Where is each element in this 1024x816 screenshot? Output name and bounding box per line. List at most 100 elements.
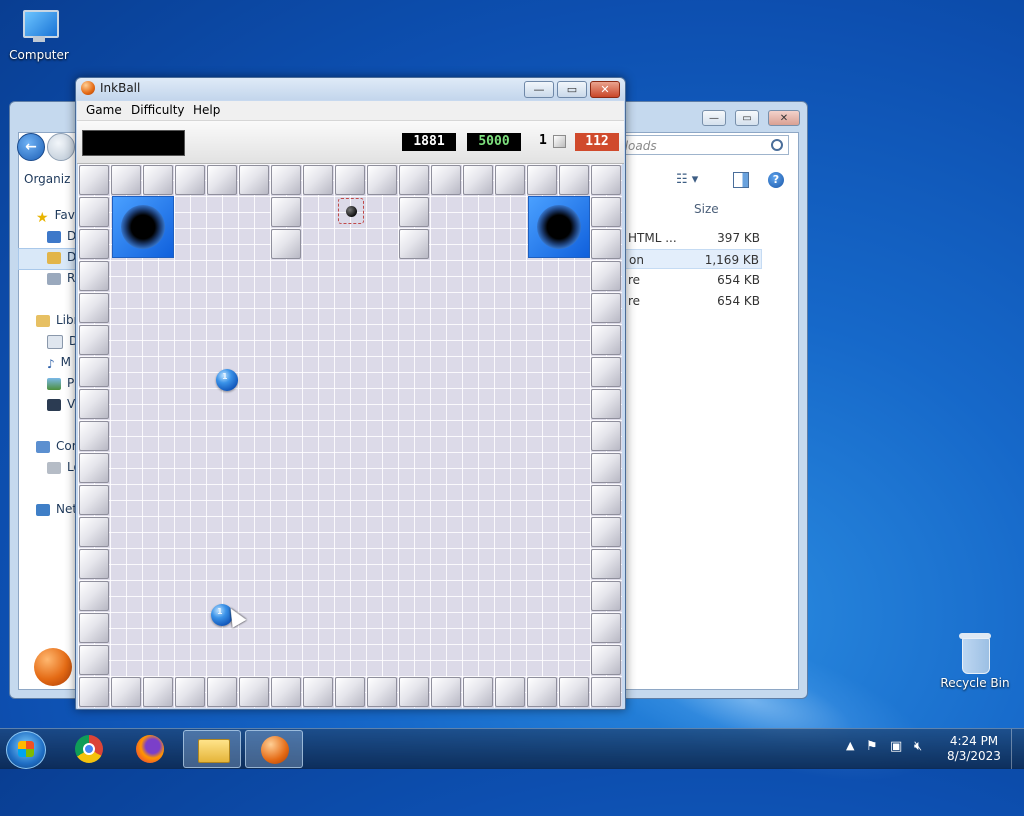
wall-block bbox=[79, 485, 109, 515]
wall-block bbox=[79, 421, 109, 451]
taskbar-chrome[interactable] bbox=[60, 730, 118, 768]
organize-button[interactable]: Organiz bbox=[24, 172, 70, 186]
nav-item-favorites[interactable]: ★ Fav bbox=[36, 208, 75, 226]
wall-block bbox=[591, 293, 621, 323]
wall-block bbox=[143, 677, 173, 707]
wall-block bbox=[79, 517, 109, 547]
nav-item-videos[interactable]: V bbox=[47, 397, 75, 411]
nav-item-downloads[interactable]: D bbox=[47, 250, 76, 264]
nav-item-documents[interactable]: D bbox=[47, 334, 78, 349]
clock-time: 4:24 PM bbox=[949, 734, 999, 748]
maximize-button[interactable]: ▭ bbox=[557, 81, 587, 98]
desktop-icon-computer[interactable]: Computer bbox=[8, 10, 70, 62]
taskbar-file-explorer[interactable] bbox=[183, 730, 241, 768]
nav-item-pictures[interactable]: P bbox=[47, 376, 74, 390]
wall-block bbox=[591, 453, 621, 483]
wall-block bbox=[207, 165, 237, 195]
wall-block bbox=[527, 165, 557, 195]
computer-icon bbox=[19, 10, 59, 44]
search-input[interactable]: ynloads bbox=[605, 135, 789, 155]
menu-game[interactable]: Game bbox=[86, 103, 122, 117]
game-board[interactable]: 1 1 bbox=[78, 164, 622, 708]
close-button[interactable]: ✕ bbox=[590, 81, 620, 98]
wall-block bbox=[559, 677, 589, 707]
show-hidden-icons-arrow[interactable]: ▲ bbox=[846, 739, 854, 752]
explorer-close-button[interactable]: ✕ bbox=[768, 110, 800, 126]
windows-logo-icon bbox=[18, 741, 34, 757]
wall-block bbox=[431, 165, 461, 195]
wall-block bbox=[495, 165, 525, 195]
hole-ring-icon bbox=[121, 205, 165, 249]
taskbar-firefox[interactable] bbox=[121, 730, 179, 768]
wall-block bbox=[591, 197, 621, 227]
wall-block bbox=[399, 677, 429, 707]
wall-block bbox=[591, 229, 621, 259]
wall-block bbox=[591, 357, 621, 387]
wall-block bbox=[303, 165, 333, 195]
nav-item-network[interactable]: Net bbox=[36, 502, 77, 516]
desktop-icon-label: Recycle Bin bbox=[940, 676, 1010, 690]
blue-goal-hole bbox=[528, 196, 590, 258]
back-button[interactable]: ← bbox=[17, 133, 45, 161]
wall-block bbox=[79, 165, 109, 195]
menu-difficulty[interactable]: Difficulty bbox=[131, 103, 185, 117]
computer-icon bbox=[36, 440, 50, 453]
inkball-titlebar[interactable]: InkBall — ▭ ✕ bbox=[76, 78, 625, 100]
nav-item-libraries[interactable]: Libr bbox=[36, 313, 79, 327]
wall-block bbox=[591, 549, 621, 579]
inkball-app-icon bbox=[81, 81, 95, 95]
wall-block bbox=[527, 677, 557, 707]
system-clock[interactable]: 4:24 PM 8/3/2023 bbox=[938, 734, 1010, 764]
wall-block bbox=[591, 645, 621, 675]
wall-block bbox=[143, 165, 173, 195]
nav-item-recent-places[interactable]: R bbox=[47, 271, 75, 285]
nav-item-music[interactable]: ♪ M bbox=[47, 355, 71, 371]
wall-block bbox=[399, 197, 429, 227]
nav-item-desktop[interactable]: D bbox=[47, 229, 76, 243]
file-type: HTML ... bbox=[628, 231, 677, 245]
change-view-icon[interactable]: ☷ ▾ bbox=[676, 172, 698, 187]
wall-block bbox=[111, 677, 141, 707]
wall-block bbox=[559, 165, 589, 195]
wall-block bbox=[463, 165, 493, 195]
action-center-flag-icon[interactable]: ⚑ bbox=[866, 739, 878, 754]
help-icon[interactable]: ? bbox=[768, 172, 784, 188]
network-icon bbox=[36, 503, 50, 516]
target-score-display: 5000 bbox=[467, 133, 521, 151]
wall-block bbox=[495, 677, 525, 707]
file-size: 1,169 KB bbox=[704, 253, 759, 267]
file-size: 397 KB bbox=[717, 231, 760, 245]
menu-help[interactable]: Help bbox=[193, 103, 220, 117]
taskbar-inkball[interactable] bbox=[245, 730, 303, 768]
network-icon[interactable]: ▣ bbox=[890, 739, 902, 754]
wall-block bbox=[591, 485, 621, 515]
start-button[interactable] bbox=[6, 731, 46, 769]
volume-muted-icon[interactable]: 🔇︎ bbox=[914, 739, 922, 754]
level-block-icon bbox=[553, 135, 566, 148]
minimize-button[interactable]: — bbox=[524, 81, 554, 98]
favorites-star-icon: ★ bbox=[36, 209, 49, 226]
explorer-maximize-button[interactable]: ▭ bbox=[735, 110, 759, 126]
nav-item-computer[interactable]: Cor bbox=[36, 439, 77, 453]
wall-block bbox=[79, 645, 109, 675]
explorer-minimize-button[interactable]: — bbox=[702, 110, 726, 126]
firefox-icon bbox=[136, 735, 164, 763]
preview-pane-icon[interactable] bbox=[733, 172, 749, 188]
wall-block bbox=[335, 165, 365, 195]
show-desktop-button[interactable] bbox=[1011, 729, 1024, 769]
column-header-size[interactable]: Size bbox=[694, 202, 719, 216]
wall-block bbox=[175, 677, 205, 707]
wall-block bbox=[79, 229, 109, 259]
file-type: on bbox=[629, 253, 644, 267]
spawn-dot-icon bbox=[346, 206, 357, 217]
file-size: 654 KB bbox=[717, 273, 760, 287]
chrome-icon bbox=[75, 735, 103, 763]
file-row[interactable]: re 654 KB bbox=[622, 291, 762, 311]
file-row[interactable]: HTML ... 397 KB bbox=[622, 228, 762, 248]
wall-block bbox=[79, 453, 109, 483]
file-row[interactable]: re 654 KB bbox=[622, 270, 762, 290]
file-row[interactable]: on 1,169 KB bbox=[622, 249, 762, 269]
wall-block bbox=[367, 677, 397, 707]
desktop-icon-recycle-bin[interactable]: Recycle Bin bbox=[940, 630, 1010, 690]
forward-button[interactable] bbox=[47, 133, 75, 161]
